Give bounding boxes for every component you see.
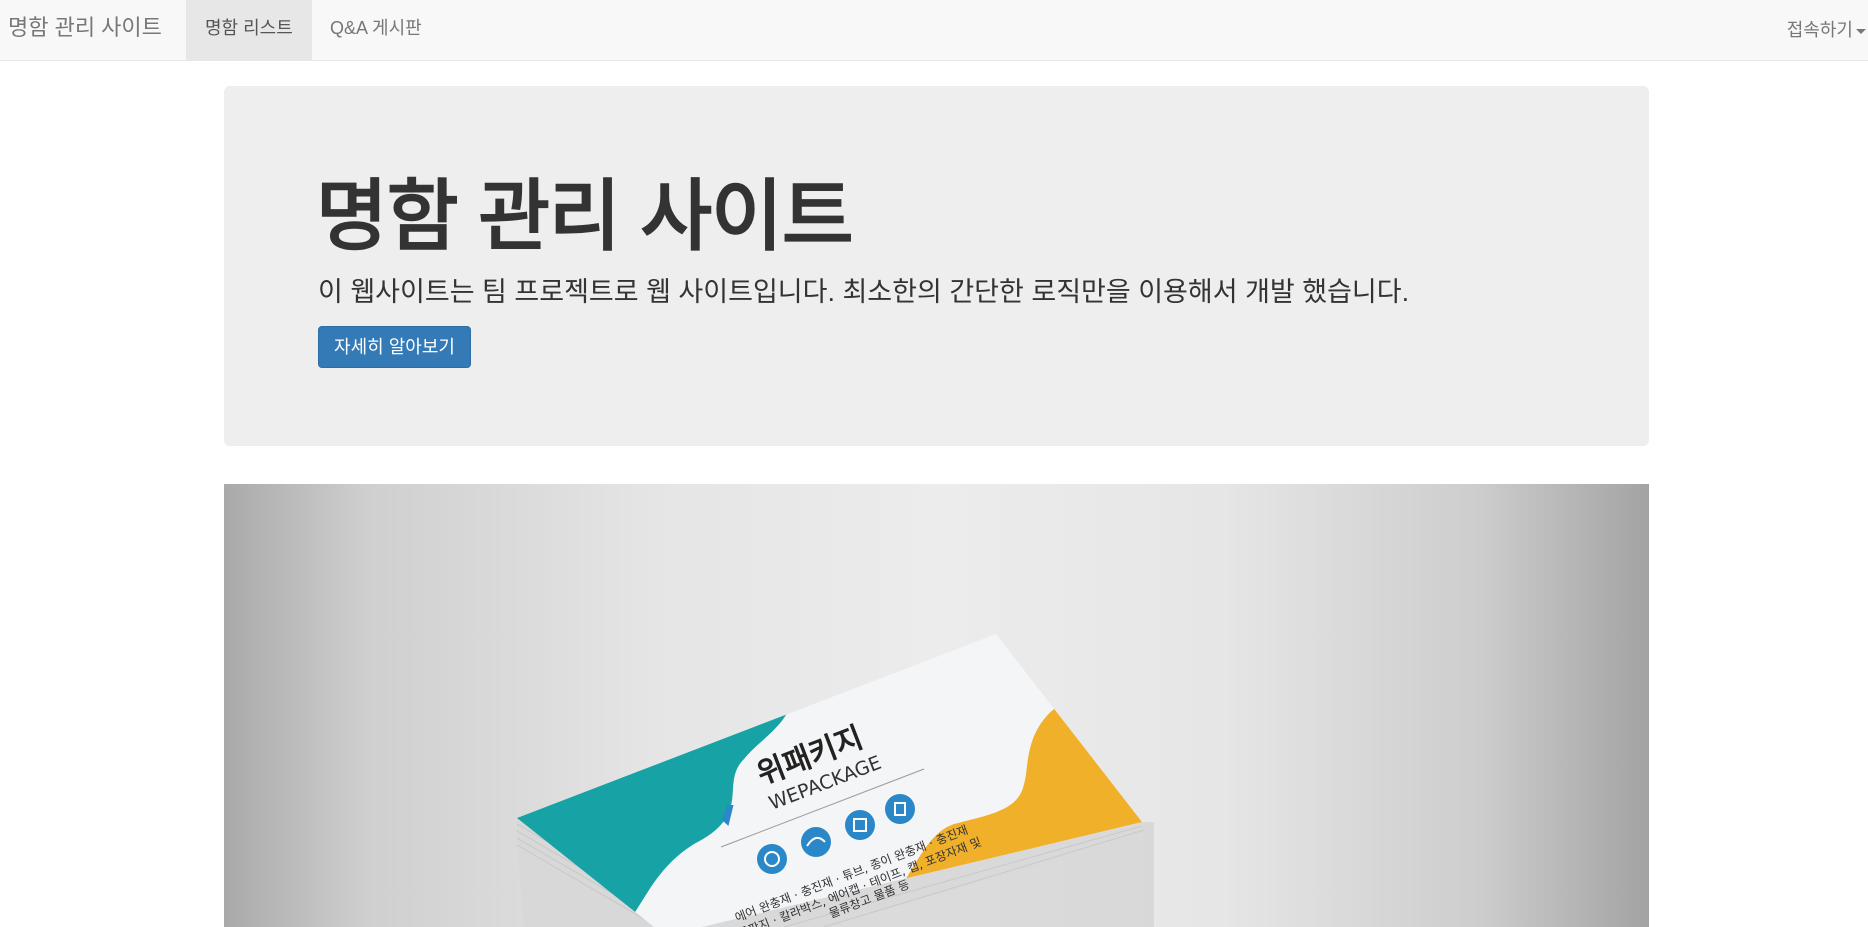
learn-more-button[interactable]: 자세히 알아보기	[318, 326, 471, 368]
jumbotron-lead: 이 웹사이트는 팀 프로젝트로 웹 사이트입니다. 최소한의 간단한 로직만을 …	[318, 277, 1410, 307]
nav-item-qa-board[interactable]: Q&A 게시판	[311, 0, 441, 60]
service-icon-2	[801, 827, 831, 857]
jumbotron-title: 명함 관리 사이트	[316, 172, 854, 260]
service-icon-4	[885, 794, 915, 824]
login-dropdown-label: 접속하기	[1786, 20, 1853, 40]
service-icon-1	[757, 844, 787, 874]
caret-down-icon	[1856, 29, 1866, 34]
service-icon-3	[845, 810, 875, 840]
hero-business-card-image: 위패키지 WEPACKAGE 에어 완충재 · 충진재 · 튜브, 종이 완충재…	[224, 484, 1649, 927]
login-dropdown[interactable]: 접속하기	[1787, 0, 1868, 60]
navbar-brand[interactable]: 명함 관리 사이트	[8, 0, 162, 60]
nav-item-card-list[interactable]: 명함 리스트	[186, 0, 312, 60]
jumbotron: 명함 관리 사이트 이 웹사이트는 팀 프로젝트로 웹 사이트입니다. 최소한의…	[224, 86, 1649, 446]
top-navbar: 명함 관리 사이트 명함 리스트 Q&A 게시판 접속하기	[0, 0, 1868, 61]
